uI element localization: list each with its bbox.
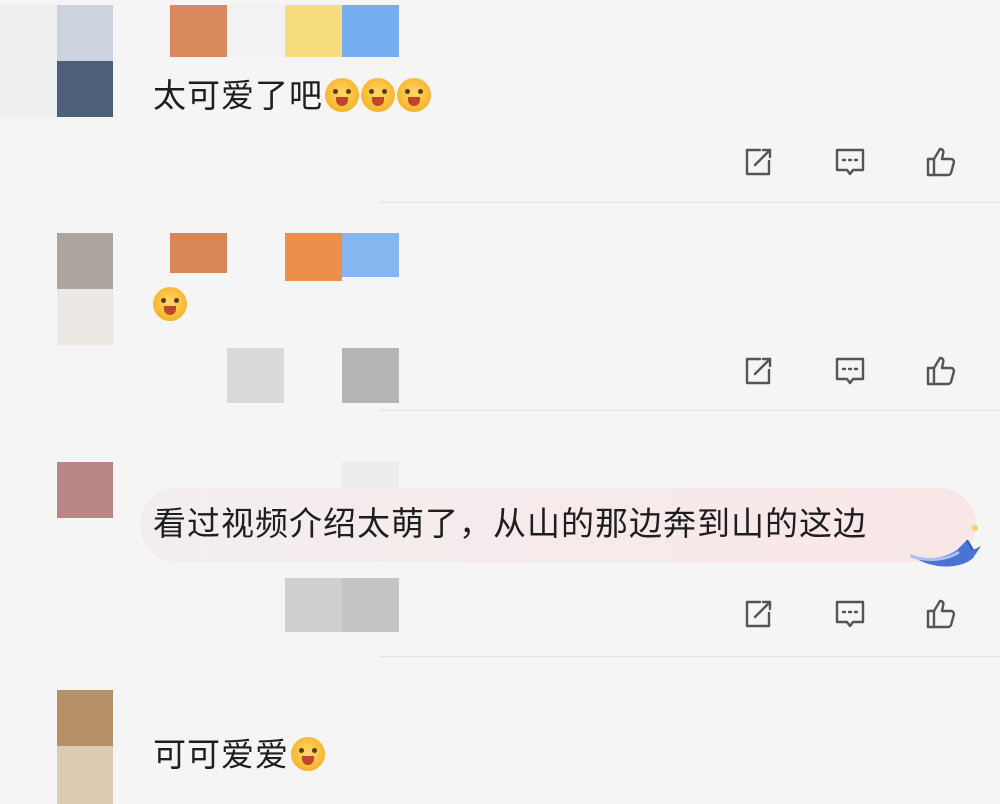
share-button[interactable] [737, 141, 779, 183]
comment-item-2 [0, 205, 1000, 411]
comment-text: 可可爱爱 [153, 735, 289, 774]
comment-text-row: 看过视频介绍太萌了，从山的那边奔到山的这边 [153, 504, 867, 544]
comment-text-row: 可可爱爱 [153, 735, 325, 775]
like-icon [926, 147, 956, 177]
divider [380, 656, 1000, 657]
like-icon [926, 599, 956, 629]
reply-icon [835, 600, 864, 628]
comment-actions [737, 351, 962, 391]
comment-text-row: 太可爱了吧 [153, 76, 431, 116]
drooling-emoji-icon [291, 736, 325, 771]
share-icon [745, 148, 772, 176]
comment-actions [737, 594, 962, 634]
share-icon [745, 600, 772, 628]
comment-text-row [153, 285, 187, 325]
like-icon [926, 356, 956, 386]
blush-emoji-icon [397, 77, 431, 112]
blush-emoji-icon [153, 286, 187, 321]
like-button[interactable] [920, 350, 962, 392]
like-button[interactable] [920, 141, 962, 183]
blush-emoji-icon [325, 77, 359, 112]
reply-button[interactable] [829, 350, 871, 392]
comment-text: 看过视频介绍太萌了，从山的那边奔到山的这边 [153, 504, 867, 543]
reply-button[interactable] [829, 141, 871, 183]
share-button[interactable] [737, 593, 779, 635]
comment-text: 太可爱了吧 [153, 76, 323, 115]
like-button[interactable] [920, 593, 962, 635]
blush-emoji-icon [361, 77, 395, 112]
comment-actions [737, 142, 962, 182]
comment-item-1: 太可爱了吧 [0, 0, 1000, 205]
share-button[interactable] [737, 350, 779, 392]
reply-icon [835, 148, 864, 176]
reply-icon [835, 357, 864, 385]
comment-item-4: 可可爱爱 [0, 660, 1000, 804]
divider [380, 202, 1000, 203]
comment-item-3: 看过视频介绍太萌了，从山的那边奔到山的这边 [0, 410, 1000, 660]
share-icon [745, 357, 772, 385]
reply-button[interactable] [829, 593, 871, 635]
